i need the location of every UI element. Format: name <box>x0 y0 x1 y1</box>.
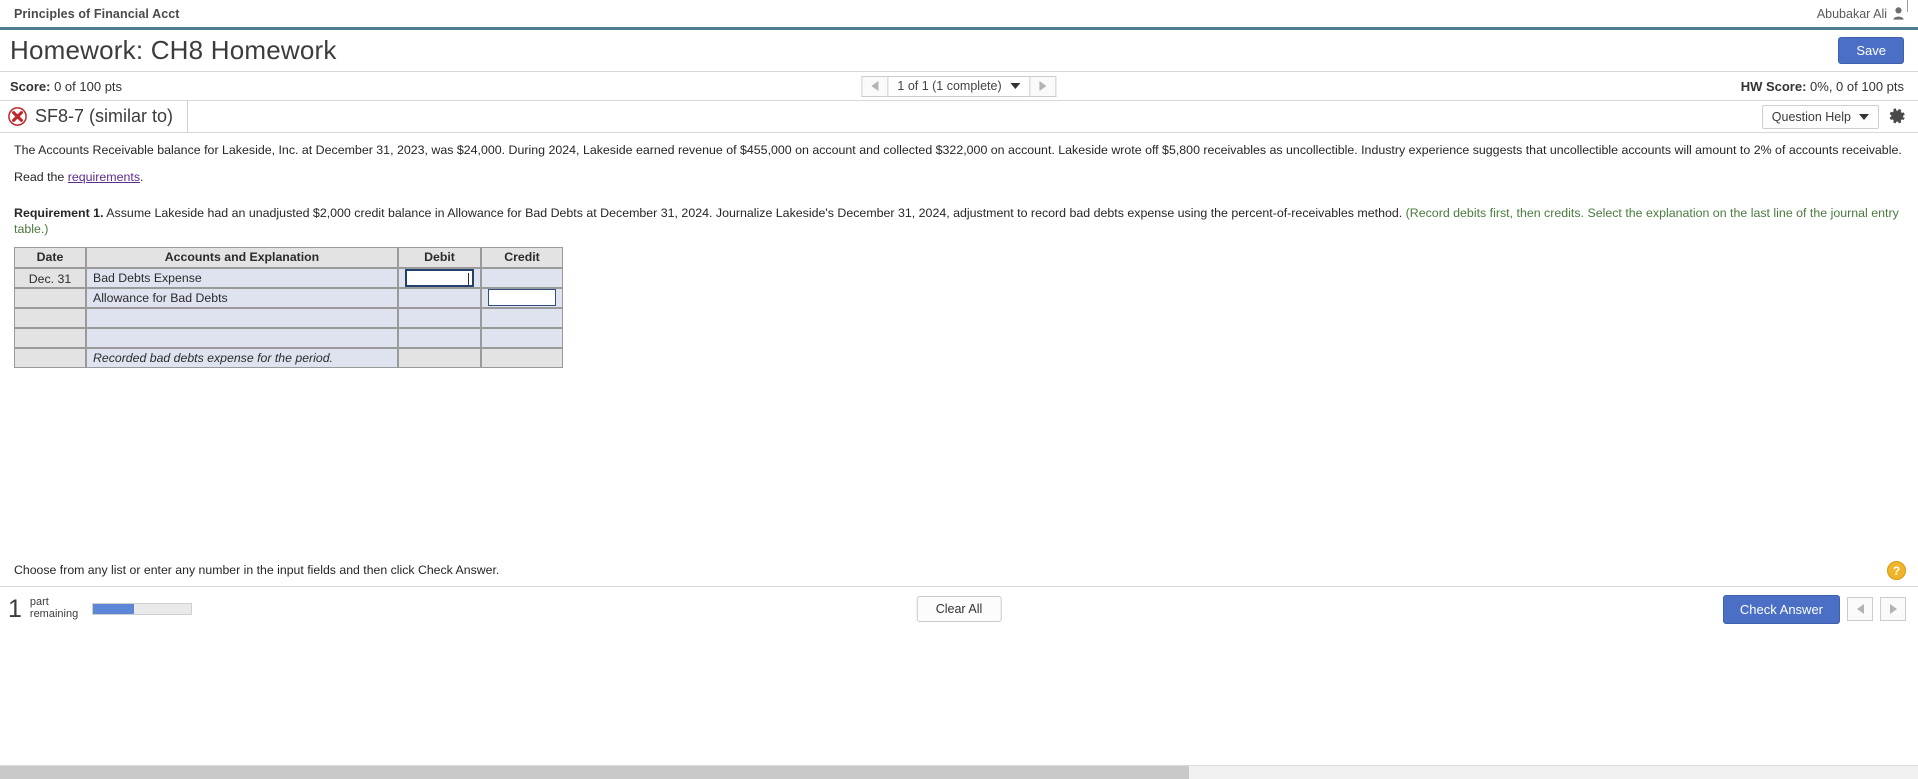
homework-page: Principles of Financial Acct Abubakar Al… <box>0 0 1918 779</box>
cell-debit[interactable] <box>398 267 481 288</box>
scrollbar-thumb[interactable] <box>0 766 1190 779</box>
user-icon <box>1893 7 1904 20</box>
pager-prev-button[interactable] <box>861 75 888 97</box>
triangle-left-icon <box>871 81 879 91</box>
hw-score-value: 0%, 0 of 100 pts <box>1810 78 1904 94</box>
question-body: The Accounts Receivable balance for Lake… <box>0 133 1918 368</box>
homework-title-bar: Homework: CH8 Homework Save <box>0 30 1918 72</box>
parts-remaining: 1 part remaining <box>8 594 193 623</box>
footer-prev-button[interactable] <box>1847 597 1873 621</box>
page-title: Homework: CH8 Homework <box>10 35 337 65</box>
read-prefix: Read the <box>14 170 68 185</box>
cell-debit <box>398 307 481 328</box>
pager-next-button[interactable] <box>1030 75 1057 97</box>
question-pager: 1 of 1 (1 complete) <box>861 75 1057 97</box>
question-help-label: Question Help <box>1771 109 1851 124</box>
score-bar: Score: 0 of 100 pts 1 of 1 (1 complete) … <box>0 72 1918 101</box>
journal-entry-table: Date Accounts and Explanation Debit Cred… <box>14 246 563 368</box>
cell-date: Dec. 31 <box>14 267 86 288</box>
pager-label: 1 of 1 (1 complete) <box>897 79 1002 93</box>
score-display: Score: 0 of 100 pts <box>10 79 122 94</box>
caret-down-icon <box>1859 113 1869 120</box>
score-label: Score: <box>10 78 51 94</box>
course-title: Principles of Financial Acct <box>14 6 180 21</box>
user-menu[interactable]: Abubakar Ali <box>1817 7 1904 21</box>
cell-explanation[interactable]: Recorded bad debts expense for the perio… <box>86 347 398 368</box>
column-header-date: Date <box>14 246 86 268</box>
footer-bar: 1 part remaining Clear All Check Answer <box>0 586 1918 631</box>
save-button[interactable]: Save <box>1838 37 1904 64</box>
parts-label-line2: remaining <box>29 608 79 620</box>
question-header: SF8-7 (similar to) Question Help <box>0 101 1918 133</box>
column-header-debit: Debit <box>398 246 481 268</box>
pager-dropdown[interactable]: 1 of 1 (1 complete) <box>887 75 1031 97</box>
column-header-credit: Credit <box>481 246 563 268</box>
read-requirements-line: Read the requirements. <box>14 170 1904 184</box>
parts-label-line1: part <box>29 596 49 609</box>
question-header-actions: Question Help <box>1761 104 1906 129</box>
table-header-row: Date Accounts and Explanation Debit Cred… <box>14 246 563 268</box>
cell-date <box>14 307 86 328</box>
caret-down-icon <box>1010 83 1021 89</box>
requirement-body: Assume Lakeside had an unadjusted $2,000… <box>103 206 1406 221</box>
triangle-left-icon <box>1856 604 1864 614</box>
parts-label: part remaining <box>29 596 79 621</box>
question-mark-icon[interactable]: ? <box>1887 561 1906 580</box>
requirement-text: Requirement 1. Assume Lakeside had an un… <box>14 206 1904 237</box>
credit-input[interactable] <box>488 289 556 307</box>
cell-debit <box>398 327 481 348</box>
clear-all-button[interactable]: Clear All <box>916 596 1002 622</box>
cell-account[interactable] <box>86 307 398 328</box>
table-row <box>14 307 563 328</box>
parts-count: 1 <box>8 594 22 623</box>
question-id: SF8-7 (similar to) <box>35 106 174 126</box>
question-help-button[interactable]: Question Help <box>1761 104 1879 129</box>
cell-account[interactable] <box>86 327 398 348</box>
footer-next-button[interactable] <box>1880 597 1906 621</box>
hw-score-display: HW Score: 0%, 0 of 100 pts <box>1741 79 1904 94</box>
footer-actions: Check Answer <box>1722 594 1906 624</box>
table-row: Recorded bad debts expense for the perio… <box>14 347 563 368</box>
read-suffix: . <box>140 170 144 185</box>
cell-account[interactable]: Allowance for Bad Debts <box>86 287 398 308</box>
cell-credit <box>481 267 563 288</box>
table-row: Allowance for Bad Debts <box>14 287 563 308</box>
cell-credit <box>481 307 563 328</box>
requirements-link[interactable]: requirements <box>68 170 140 184</box>
table-row <box>14 327 563 348</box>
course-bar: Principles of Financial Acct Abubakar Al… <box>0 0 1918 27</box>
cell-account[interactable]: Bad Debts Expense <box>86 267 398 288</box>
debit-input[interactable] <box>405 268 474 287</box>
cell-credit <box>481 327 563 348</box>
check-answer-button[interactable]: Check Answer <box>1722 594 1840 624</box>
triangle-right-icon <box>1889 604 1897 614</box>
cell-debit <box>398 347 481 368</box>
journal-table-body: Dec. 31 Bad Debts Expense Allowance for Ba… <box>14 267 563 368</box>
cell-date <box>14 287 86 308</box>
progress-bar <box>92 603 193 615</box>
cell-credit <box>481 347 563 368</box>
gear-icon[interactable] <box>1889 108 1906 125</box>
horizontal-scrollbar[interactable] <box>0 765 1918 779</box>
cell-date <box>14 327 86 348</box>
question-identity: SF8-7 (similar to) <box>8 101 189 132</box>
error-x-icon <box>8 107 27 126</box>
cell-credit[interactable] <box>481 287 563 308</box>
question-prompt: The Accounts Receivable balance for Lake… <box>14 143 1902 157</box>
requirement-label: Requirement 1. <box>14 206 104 221</box>
topbar-divider <box>1907 0 1908 12</box>
cell-date <box>14 347 86 368</box>
column-header-accounts: Accounts and Explanation <box>86 246 398 268</box>
table-row: Dec. 31 Bad Debts Expense <box>14 267 563 288</box>
score-value: 0 of 100 pts <box>54 78 123 94</box>
user-name: Abubakar Ali <box>1816 6 1887 21</box>
hint-text: Choose from any list or enter any number… <box>14 563 500 577</box>
triangle-right-icon <box>1039 81 1047 91</box>
progress-fill <box>93 604 135 614</box>
hw-score-label: HW Score: <box>1740 78 1807 94</box>
cell-debit <box>398 287 481 308</box>
